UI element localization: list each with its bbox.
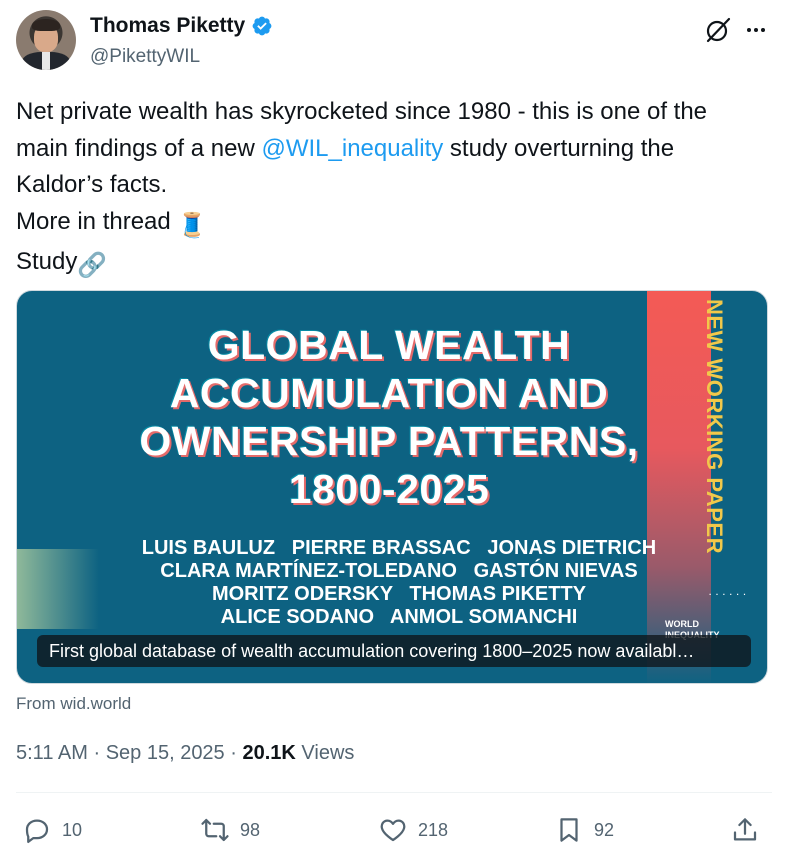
- handle[interactable]: @PikettyWIL: [90, 46, 200, 68]
- card-gradient: [17, 549, 99, 629]
- reply-icon: [25, 819, 49, 843]
- card-title: GLOBAL WEALTH ACCUMULATION AND OWNERSHIP…: [111, 321, 667, 513]
- tweet-meta: 5:11 AM · Sep 15, 2025 · 20.1K Views: [16, 742, 354, 765]
- tweet-text-line: Study🔗: [16, 244, 772, 285]
- reply-count: 10: [62, 819, 83, 840]
- name-line: Thomas Piketty: [90, 14, 273, 38]
- card-title-line: OWNERSHIP PATTERNS,: [139, 418, 639, 464]
- bookmark-icon: [560, 818, 578, 842]
- link-icon: 🔗: [77, 252, 108, 279]
- views-label: Views: [295, 742, 355, 764]
- tweet-text-line: main findings of a new @WIL_inequality s…: [16, 131, 772, 168]
- display-name[interactable]: Thomas Piketty: [90, 14, 245, 38]
- card-title-line: ACCUMULATION AND: [169, 370, 609, 416]
- more-icon[interactable]: [740, 14, 772, 46]
- tweet-text-segment: More in thread: [16, 207, 178, 235]
- card-author-line: LUIS BAULUZ PIERRE BRASSAC JONAS DIETRIC…: [141, 537, 657, 559]
- link-card[interactable]: GLOBAL WEALTH ACCUMULATION AND OWNERSHIP…: [16, 290, 768, 684]
- mention-link[interactable]: @WIL_inequality: [261, 135, 443, 162]
- like-count: 218: [418, 819, 449, 840]
- share-button[interactable]: [730, 810, 760, 850]
- share-icon: [733, 818, 757, 841]
- meta-separator: ·: [87, 742, 106, 764]
- wil-logo: · · · · · · WORLD INEQUALITY: [661, 589, 751, 640]
- heart-icon: [380, 819, 406, 842]
- source-link[interactable]: From wid.world: [16, 694, 131, 714]
- reply-button[interactable]: 10: [22, 810, 82, 850]
- tweet-text-segment: main findings of a new: [16, 134, 262, 162]
- views-count: 20.1K: [242, 742, 296, 764]
- bookmark-count: 92: [594, 819, 615, 840]
- tweet-text-segment: study overturning the: [443, 134, 675, 162]
- card-title-line: GLOBAL WEALTH: [207, 322, 571, 368]
- bookmark-button[interactable]: 92: [554, 810, 614, 850]
- card-author-line: ALICE SODANO ANMOL SOMANCHI: [220, 606, 578, 628]
- tweet-header: Thomas Piketty @PikettyWIL: [16, 10, 772, 74]
- repost-button[interactable]: 98: [200, 810, 260, 850]
- tweet-text: Net private wealth has skyrocketed since…: [16, 94, 772, 285]
- tweet-text-line: More in thread 🧵: [16, 204, 772, 245]
- grok-icon[interactable]: [702, 14, 734, 46]
- tweet-time[interactable]: 5:11 AM: [16, 742, 88, 764]
- like-button[interactable]: 218: [378, 810, 448, 850]
- repost-icon: [201, 818, 229, 842]
- tweet-text-line: Kaldor’s facts.: [16, 171, 168, 198]
- verified-badge-icon: [252, 16, 272, 36]
- tweet-text-segment: Study: [16, 248, 78, 275]
- card-author-line: CLARA MARTÍNEZ-TOLEDANO GASTÓN NIEVAS: [160, 560, 638, 582]
- tweet-date[interactable]: Sep 15, 2025: [106, 742, 225, 764]
- card-authors: LUIS BAULUZ PIERRE BRASSAC JONAS DIETRIC…: [99, 537, 699, 629]
- meta-separator: ·: [224, 742, 243, 764]
- tweet-text-line: Net private wealth has skyrocketed since…: [16, 98, 708, 125]
- repost-count: 98: [240, 819, 261, 840]
- avatar[interactable]: [16, 10, 76, 70]
- card-author-line: MORITZ ODERSKY THOMAS PIKETTY: [211, 583, 587, 605]
- wil-logo-line: WORLD: [665, 619, 699, 629]
- thread-spool-icon: 🧵: [177, 211, 208, 239]
- card-vertical-label: NEW WORKING PAPER: [702, 299, 727, 554]
- divider: [16, 792, 772, 793]
- action-bar: 10 98 218 92: [16, 810, 772, 850]
- card-caption: First global database of wealth accumula…: [37, 635, 751, 667]
- card-title-line: 1800-2025: [288, 466, 490, 512]
